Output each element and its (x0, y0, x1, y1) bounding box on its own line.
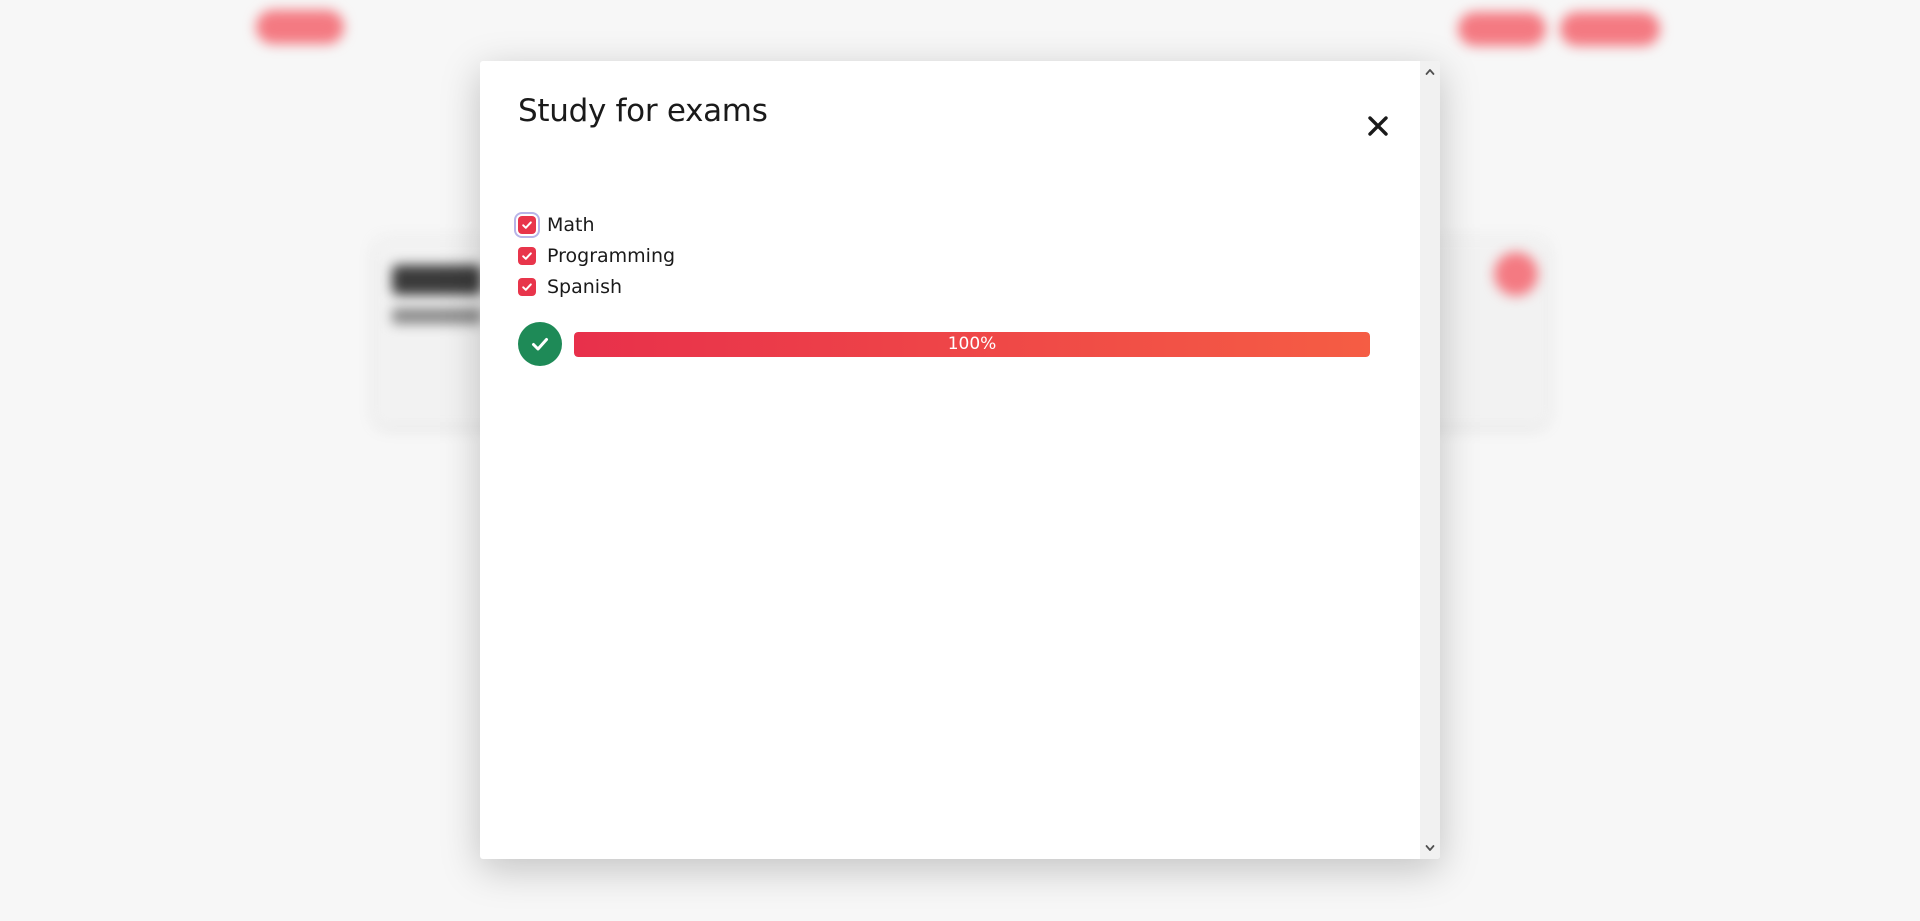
checklist-item-label: Programming (547, 244, 676, 267)
checklist-item: Programming (518, 240, 675, 271)
subtask-checklist: Math Programming Spanish (518, 209, 675, 302)
scroll-down-button[interactable] (1420, 839, 1440, 857)
checkbox[interactable] (518, 246, 536, 265)
checkbox[interactable] (518, 277, 536, 296)
background-nav-button (1560, 12, 1660, 46)
checklist-item-label: Math (547, 213, 595, 236)
checkbox[interactable] (518, 215, 536, 234)
background-nav-button (256, 10, 344, 44)
checkmark-icon (522, 220, 532, 229)
chevron-up-icon (1425, 69, 1435, 75)
progress-label: 100% (947, 334, 997, 354)
background-card-subtitle (392, 308, 482, 324)
checklist-item: Math (518, 209, 675, 240)
background-card-title (392, 265, 482, 295)
background-card-button (1494, 252, 1538, 296)
scroll-up-button[interactable] (1420, 63, 1440, 81)
checklist-item: Spanish (518, 271, 675, 302)
checklist-item-label: Spanish (547, 275, 623, 298)
background-nav-button (1458, 12, 1546, 46)
modal-title: Study for exams (518, 93, 768, 129)
checkmark-circle-icon (518, 322, 562, 366)
progress-bar: 100% (574, 331, 1370, 357)
checkmark-icon (522, 282, 532, 291)
modal-content: Study for exams Math Programming Spanish… (480, 61, 1420, 859)
modal-scrollbar[interactable] (1420, 61, 1440, 859)
task-modal: Study for exams Math Programming Spanish… (480, 61, 1440, 859)
checkmark-icon (522, 251, 532, 260)
progress-row: 100% (518, 322, 1370, 366)
progress-bar-fill: 100% (574, 331, 1370, 357)
close-icon (1368, 116, 1388, 136)
close-button[interactable] (1358, 106, 1398, 146)
chevron-down-icon (1425, 845, 1435, 851)
